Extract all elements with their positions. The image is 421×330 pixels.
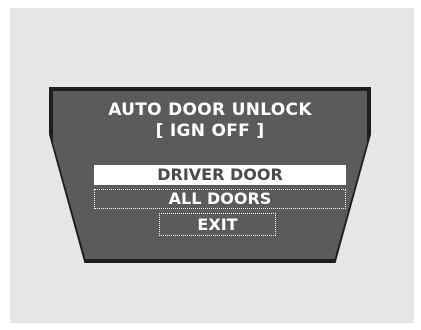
page: AUTO DOOR UNLOCK [ IGN OFF ] DRIVER DOOR… xyxy=(0,0,421,330)
menu-title: AUTO DOOR UNLOCK xyxy=(108,100,312,120)
option-driver-door[interactable]: DRIVER DOOR xyxy=(94,165,346,185)
option-all-doors[interactable]: ALL DOORS xyxy=(94,189,346,209)
menu-subtitle: [ IGN OFF ] xyxy=(155,121,265,141)
option-exit[interactable]: EXIT xyxy=(159,213,276,236)
